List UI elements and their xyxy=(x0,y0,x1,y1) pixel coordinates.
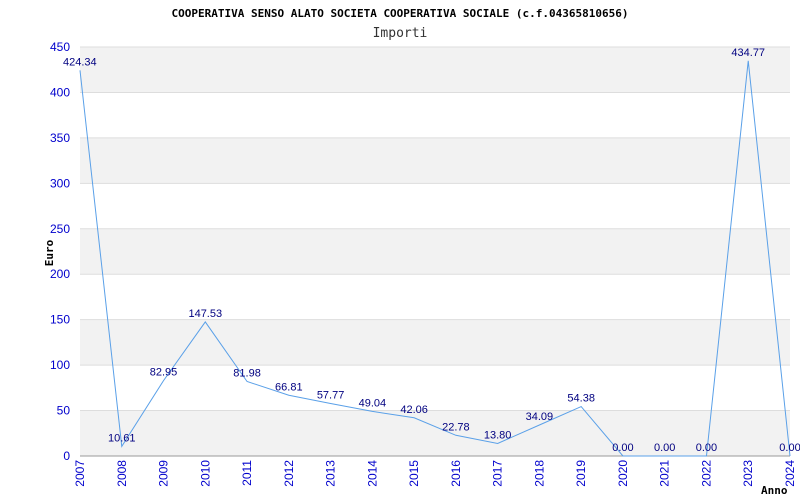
data-label: 0.00 xyxy=(696,442,717,454)
x-tick-label: 2020 xyxy=(616,460,630,487)
data-label: 10.61 xyxy=(108,432,136,444)
background-bands xyxy=(80,47,790,456)
data-label: 0.00 xyxy=(654,442,675,454)
data-label: 22.78 xyxy=(442,421,470,433)
background-band xyxy=(80,228,790,275)
x-tick-label: 2022 xyxy=(699,460,713,487)
y-tick-label: 250 xyxy=(50,222,70,236)
data-label: 57.77 xyxy=(317,389,345,401)
data-label: 49.04 xyxy=(359,397,387,409)
x-tick-label: 2012 xyxy=(282,460,296,487)
y-tick-label: 200 xyxy=(50,267,70,281)
data-label: 13.80 xyxy=(484,429,512,441)
data-label: 82.95 xyxy=(150,367,178,379)
x-tick-labels: 2007 2008 2009 2010 2011 2012 2013 2014 2015 2016… xyxy=(73,460,797,487)
x-tick-label: 2024 xyxy=(783,460,797,487)
y-tick-label: 150 xyxy=(50,313,70,327)
y-tick-label: 50 xyxy=(57,404,71,418)
data-label: 0.00 xyxy=(779,442,800,454)
background-band xyxy=(80,410,790,456)
x-tick-label: 2011 xyxy=(240,460,254,486)
y-tick-label: 100 xyxy=(50,358,70,372)
background-band xyxy=(80,319,790,366)
x-axis-label: Anno xyxy=(761,484,788,497)
x-tick-label: 2021 xyxy=(658,460,672,487)
y-tick-label: 0 xyxy=(63,449,70,463)
background-band xyxy=(80,137,790,184)
data-label: 66.81 xyxy=(275,381,303,393)
x-tick-label: 2010 xyxy=(198,460,212,487)
data-label: 434.77 xyxy=(731,47,765,59)
data-label: 147.53 xyxy=(188,308,222,320)
y-tick-label: 400 xyxy=(50,85,70,99)
y-axis-label: Euro xyxy=(43,239,56,266)
data-label: 81.98 xyxy=(233,367,261,379)
x-tick-label: 2023 xyxy=(741,460,755,487)
x-tick-label: 2007 xyxy=(73,460,87,487)
x-tick-label: 2018 xyxy=(532,460,546,487)
x-tick-label: 2008 xyxy=(115,460,129,487)
y-tick-label: 450 xyxy=(50,40,70,54)
data-label: 0.00 xyxy=(612,442,633,454)
x-tick-label: 2019 xyxy=(574,460,588,487)
chart-subtitle: Importi xyxy=(373,26,428,41)
x-tick-label: 2013 xyxy=(324,460,338,487)
data-label: 424.34 xyxy=(63,56,97,68)
data-label: 34.09 xyxy=(526,411,554,423)
x-tick-label: 2015 xyxy=(407,460,421,487)
data-label: 42.06 xyxy=(400,404,428,416)
x-tick-label: 2014 xyxy=(365,460,379,487)
x-tick-label: 2009 xyxy=(157,460,171,487)
background-band xyxy=(80,47,790,93)
chart-title: COOPERATIVA SENSO ALATO SOCIETA COOPERAT… xyxy=(172,7,629,20)
line-chart: 0 50 100 150 200 250 300 350 400 450 2007 2008 2009… xyxy=(43,7,800,497)
x-tick-label: 2017 xyxy=(491,460,505,487)
y-tick-label: 300 xyxy=(50,176,70,190)
data-label: 54.38 xyxy=(567,393,595,405)
y-tick-label: 350 xyxy=(50,131,70,145)
x-tick-label: 2016 xyxy=(449,460,463,487)
